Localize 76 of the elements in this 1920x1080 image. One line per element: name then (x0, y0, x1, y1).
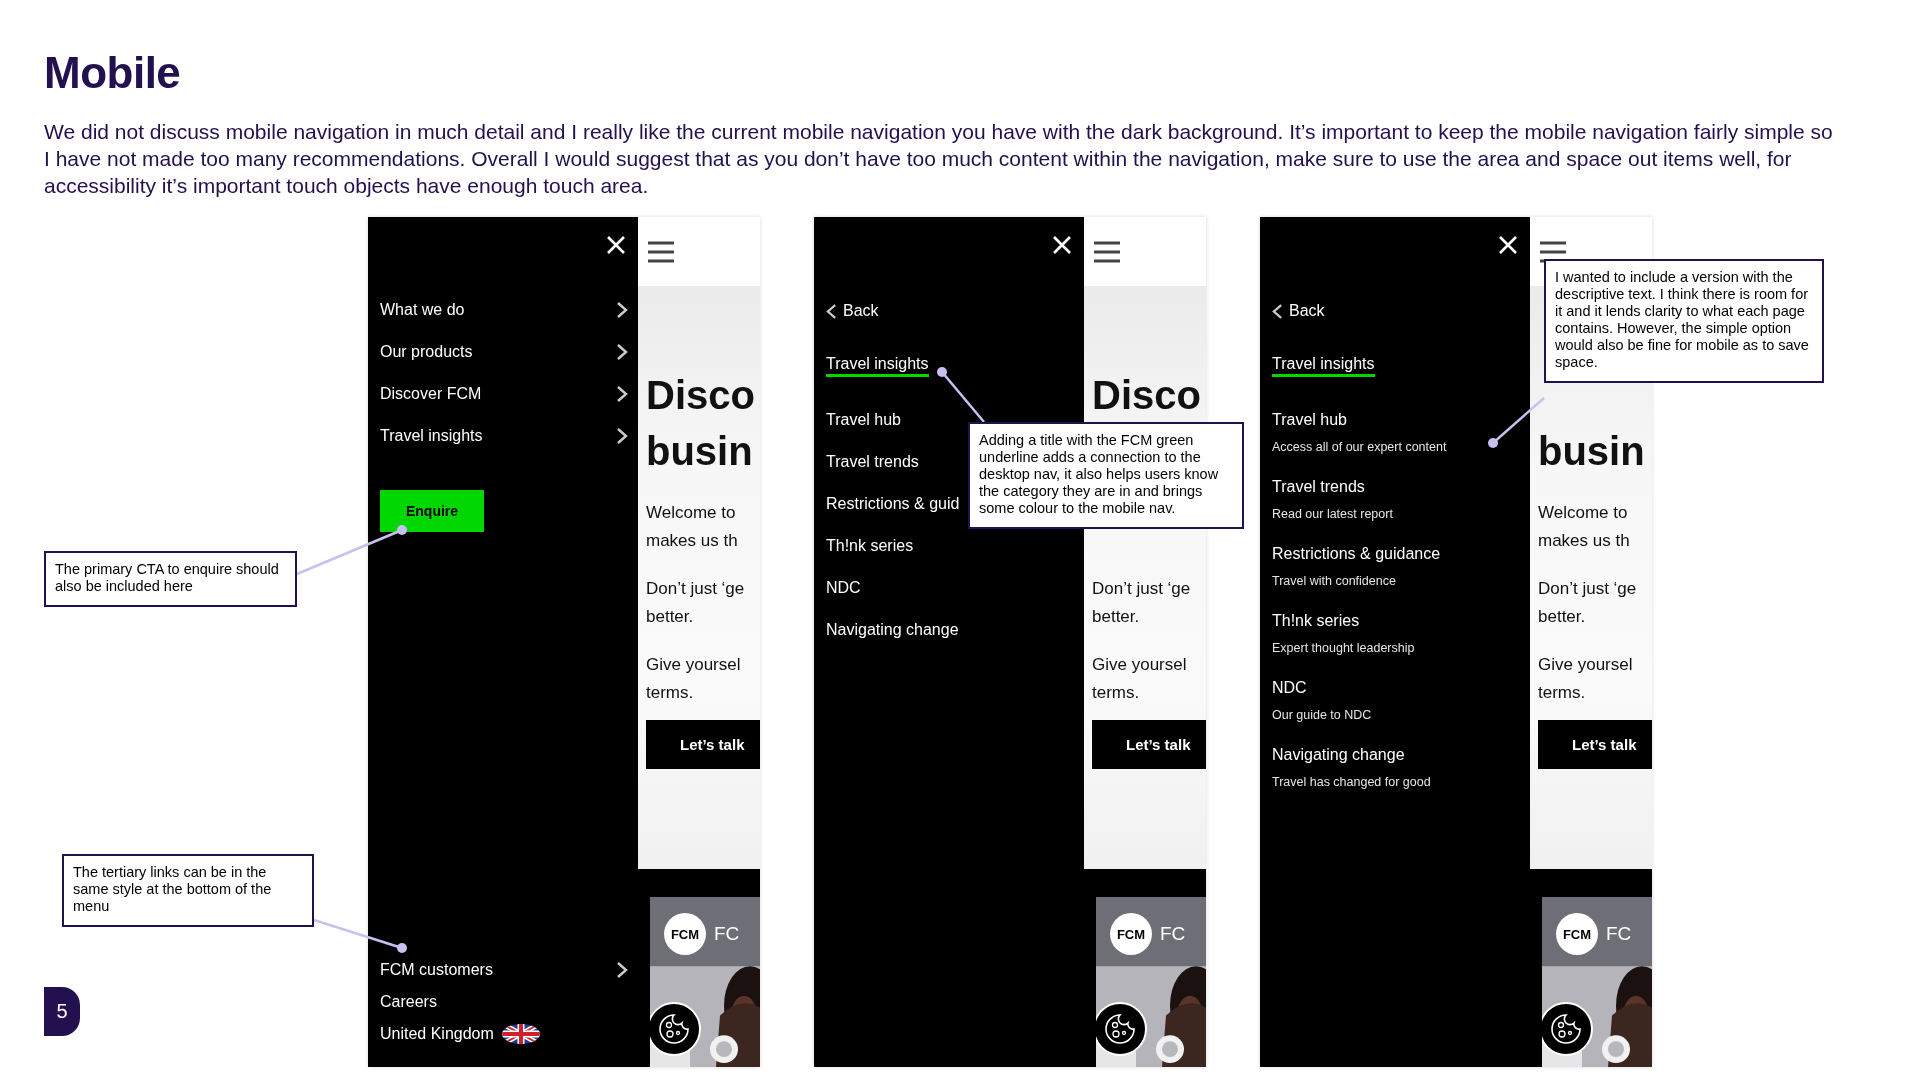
lets-talk-button[interactable]: Let’s talk (1092, 720, 1206, 769)
menu-item[interactable]: Travel trends (826, 452, 919, 472)
flag-icon (500, 1023, 541, 1045)
hero-text: Give yoursel (1538, 654, 1633, 676)
annotation-tooltip: Adding a title with the FCM green underline adds a connection to the desktop nav, it also helps users know the category they are in and brings some colour to the mobile nav. (968, 422, 1244, 529)
hero-text: better. (1538, 606, 1587, 628)
chevron-left-icon (1272, 302, 1283, 320)
hero-text: terms. (1538, 682, 1587, 704)
hero-text: Give yoursel (1092, 654, 1187, 676)
hero-text: makes us th (646, 530, 738, 552)
footer-link[interactable]: Careers (380, 986, 638, 1018)
menu-item-description: Expert thought leadership (1272, 640, 1416, 657)
menu-item[interactable]: NDC (1272, 675, 1530, 701)
menu-item-description: Our guide to NDC (1272, 707, 1373, 724)
close-icon[interactable] (1498, 235, 1518, 255)
hero-text: better. (646, 606, 695, 628)
hero-heading: busin (646, 428, 754, 475)
cookie-icon[interactable] (650, 1001, 702, 1057)
menu-item-description: Travel with confidence (1272, 573, 1397, 590)
section-title: Travel insights (1272, 351, 1375, 377)
chevron-right-icon (616, 961, 628, 979)
lets-talk-button[interactable]: Let’s talk (1538, 720, 1652, 769)
menu-item[interactable]: Travel trends (1272, 474, 1530, 500)
menu-item[interactable]: Our products (380, 331, 638, 373)
cookie-icon[interactable] (1542, 1001, 1594, 1057)
menu-item[interactable]: Th!nk series (1272, 608, 1530, 634)
hero-heading: Disco (646, 372, 755, 419)
menu-item-description: Read our latest report (1272, 506, 1394, 523)
menu-item[interactable]: Discover FCM (380, 373, 638, 415)
leader-line (937, 367, 985, 423)
footer-link[interactable]: FCM customers (380, 954, 638, 986)
menu-item[interactable]: Navigating change (1272, 742, 1530, 768)
hero-text: Don’t just ‘ge (1538, 578, 1637, 600)
hero-heading: Disco (1092, 372, 1201, 419)
intro-paragraph: We did not discuss mobile navigation in much detail and I really like the current mobile navigation you have with the dark background. It’s important to keep the mobile navigation fairly simple so I have not made too many recommendations. Overall I would suggest that as you don’t have too much content within the navigation, make sure to use the area and space out items well, for accessibility it’s important touch objects have enough touch area. (44, 119, 1834, 198)
enquire-button[interactable]: Enquire (380, 490, 484, 532)
hero-text: Welcome to (1538, 502, 1629, 524)
close-icon[interactable] (606, 235, 626, 255)
menu-item[interactable]: Restrictions & guidance (1272, 541, 1530, 567)
menu-item[interactable]: What we do (380, 289, 638, 331)
menu-item[interactable]: Navigating change (826, 620, 959, 640)
section-title: Travel insights (826, 351, 929, 377)
footer-link[interactable]: United Kingdom (380, 1018, 638, 1050)
hero-text: terms. (646, 682, 695, 704)
back-link[interactable]: Back (1272, 289, 1325, 333)
hero-text: terms. (1092, 682, 1141, 704)
annotation-tooltip: The tertiary links can be in the same style at the bottom of the menu (62, 854, 314, 927)
hero-text: Don’t just ‘ge (646, 578, 745, 600)
brand-caption: FC (1160, 922, 1186, 946)
menu-item[interactable]: Travel hub (826, 410, 901, 430)
chevron-left-icon (826, 302, 837, 320)
page-number: 5 (44, 987, 80, 1036)
close-icon[interactable] (1052, 235, 1072, 255)
annotation-tooltip: The primary CTA to enquire should also be included here (44, 551, 297, 607)
lets-talk-button[interactable]: Let’s talk (646, 720, 760, 769)
menu-item[interactable]: NDC (826, 578, 861, 598)
brand-caption: FC (714, 922, 740, 946)
hero-text: better. (1092, 606, 1141, 628)
menu-item-description: Travel has changed for good (1272, 774, 1432, 791)
menu-icon[interactable] (648, 240, 674, 263)
annotation-tooltip: I wanted to include a version with the descriptive text. I think there is room for it and it lends clarity to what each page contains. However, the simple option would also be fine for mobile as to save space. (1544, 259, 1824, 383)
hero-text: Give yoursel (646, 654, 741, 676)
slide-title: Mobile (43, 47, 182, 99)
cookie-icon[interactable] (1096, 1001, 1148, 1057)
menu-item[interactable]: Travel hub (1272, 407, 1530, 433)
menu-item-description: Access all of our expert content (1272, 439, 1448, 456)
hero-text: Don’t just ‘ge (1092, 578, 1191, 600)
menu-item[interactable]: Restrictions & guid (826, 494, 960, 514)
brand-caption: FC (1606, 922, 1632, 946)
menu-item[interactable]: Travel insights (380, 415, 638, 457)
menu-icon[interactable] (1094, 240, 1120, 263)
menu-item[interactable]: Th!nk series (826, 536, 914, 556)
hero-text: Welcome to (646, 502, 737, 524)
hero-text: makes us th (1538, 530, 1630, 552)
hero-heading: busin (1538, 428, 1645, 475)
back-link[interactable]: Back (826, 289, 879, 333)
